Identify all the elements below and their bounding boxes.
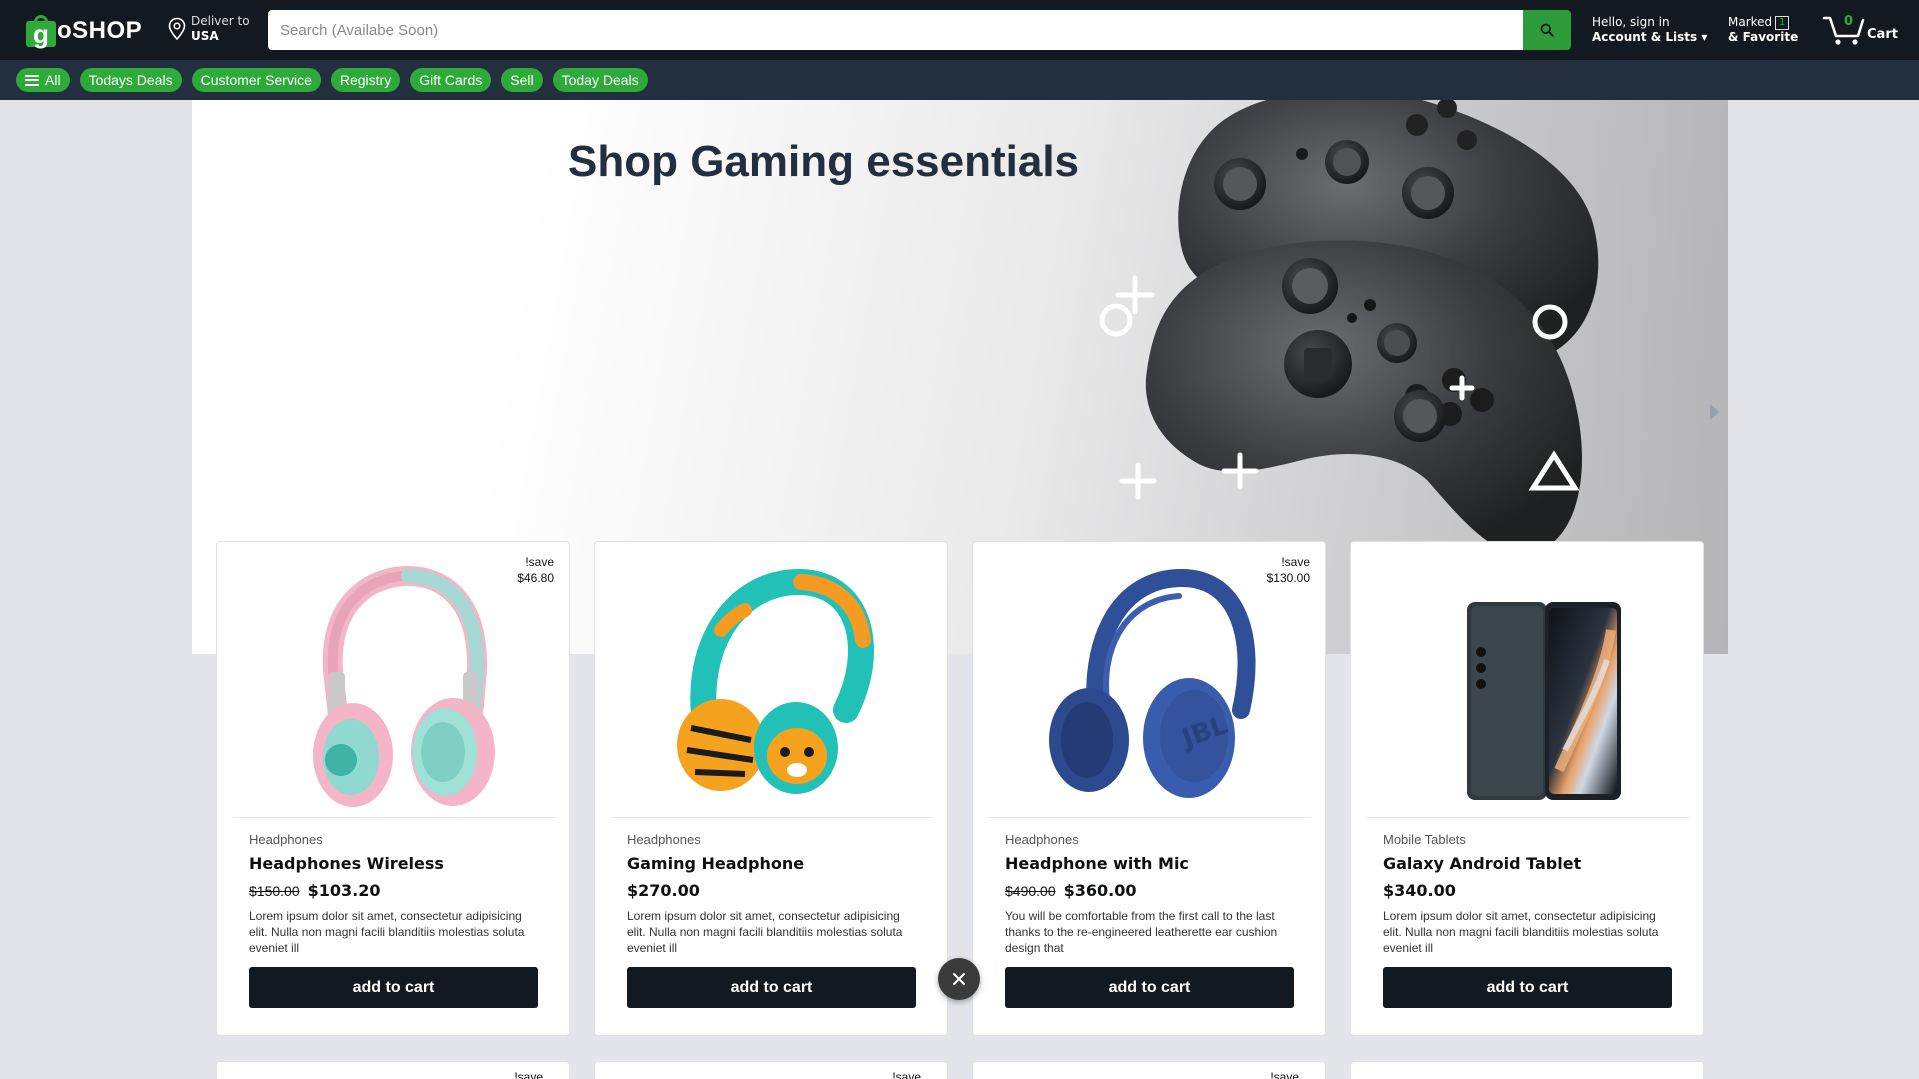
top-header: g oSHOP Deliver to USA Hello, sign in Ac…: [0, 0, 1919, 60]
category-nav: All Todays Deals Customer Service Regist…: [0, 60, 1919, 100]
marked-count: 1: [1775, 15, 1790, 30]
product-name[interactable]: Headphones Wireless: [249, 854, 541, 873]
carousel-next-icon[interactable]: [1706, 402, 1722, 422]
shopping-bag-icon: g: [26, 15, 56, 49]
product-description: You will be comfortable from the first c…: [1005, 909, 1278, 955]
save-badge: !save: [1270, 1070, 1299, 1079]
marked-label: Marked: [1728, 15, 1773, 29]
location-pin-icon: [168, 17, 186, 41]
deliver-label: Deliver to: [191, 14, 250, 28]
product-name[interactable]: Gaming Headphone: [627, 854, 919, 873]
product-card[interactable]: Headphones Gaming Headphone $270.00 Lore…: [594, 541, 948, 1036]
nav-item-customer-service[interactable]: Customer Service: [191, 68, 321, 92]
logo[interactable]: g oSHOP: [26, 14, 143, 49]
product-card[interactable]: [1350, 1061, 1704, 1079]
product-name[interactable]: Galaxy Android Tablet: [1383, 854, 1675, 873]
close-icon: [953, 973, 965, 985]
product-price: $270.00: [627, 881, 700, 900]
product-old-price: $150.00: [249, 883, 300, 899]
search-button[interactable]: [1523, 10, 1571, 50]
nav-item-gift-cards[interactable]: Gift Cards: [410, 68, 492, 92]
logo-text: oSHOP: [57, 17, 143, 44]
add-to-cart-button[interactable]: add to cart: [249, 967, 538, 1008]
product-image[interactable]: JBL: [989, 560, 1311, 818]
search-icon: [1540, 23, 1554, 37]
kids-headphones-image: [677, 569, 874, 794]
account-lists-label: Account & Lists ▾: [1592, 30, 1708, 44]
product-card[interactable]: !save $130.00 JBL Headphones Headphone w…: [972, 541, 1326, 1036]
pink-headphones-image: [313, 565, 495, 807]
search-input[interactable]: [268, 10, 1523, 50]
product-card[interactable]: !save: [216, 1061, 570, 1079]
hamburger-menu-icon: [25, 74, 39, 86]
add-to-cart-button[interactable]: add to cart: [1383, 967, 1672, 1008]
product-description: Lorem ipsum dolor sit amet, consectetur …: [249, 909, 525, 955]
search-bar: [268, 10, 1571, 50]
nav-item-today-deals[interactable]: Today Deals: [552, 68, 648, 92]
product-category: Headphones: [249, 832, 323, 847]
nav-all-label: All: [45, 72, 61, 88]
account-lists[interactable]: Hello, sign in Account & Lists ▾: [1592, 15, 1707, 45]
product-category: Mobile Tablets: [1383, 832, 1466, 847]
favorite-label: & Favorite: [1728, 30, 1799, 44]
deliver-country: USA: [191, 29, 219, 43]
deliver-to[interactable]: Deliver to USA: [168, 14, 250, 44]
cart-button[interactable]: 0 Cart: [1822, 12, 1898, 46]
account-greeting: Hello, sign in: [1592, 15, 1670, 29]
product-price: $103.20: [307, 881, 381, 900]
product-price: $360.00: [1063, 881, 1137, 900]
product-card[interactable]: !save: [594, 1061, 948, 1079]
product-description: Lorem ipsum dolor sit amet, consectetur …: [1383, 909, 1659, 955]
hero-title: Shop Gaming essentials: [568, 137, 1080, 186]
product-card[interactable]: Mobile Tablets Galaxy Android Tablet $34…: [1350, 541, 1704, 1036]
cart-count: 0: [1844, 14, 1854, 29]
product-price: $340.00: [1383, 881, 1456, 900]
product-description: Lorem ipsum dolor sit amet, consectetur …: [627, 909, 903, 955]
add-to-cart-button[interactable]: add to cart: [1005, 967, 1294, 1008]
product-image[interactable]: [233, 560, 555, 818]
product-card[interactable]: !save: [972, 1061, 1326, 1079]
product-name[interactable]: Headphone with Mic: [1005, 854, 1297, 873]
product-card[interactable]: !save $46.80 Headphones Headphones Wirel…: [216, 541, 570, 1036]
marked-favorite[interactable]: Marked 1 & Favorite: [1728, 15, 1798, 45]
product-category: Headphones: [1005, 832, 1079, 847]
save-badge: !save: [892, 1070, 921, 1079]
galaxy-fold-image: [1467, 602, 1621, 800]
cart-icon: 0: [1822, 12, 1866, 46]
product-image[interactable]: [611, 560, 933, 818]
blue-headphones-image: JBL: [1049, 568, 1256, 798]
logo-letter: g: [33, 19, 49, 49]
add-to-cart-button[interactable]: add to cart: [627, 967, 916, 1008]
save-badge: !save: [514, 1070, 543, 1079]
product-category: Headphones: [627, 832, 701, 847]
product-old-price: $490.00: [1005, 883, 1056, 899]
close-button[interactable]: [938, 958, 980, 1000]
product-image[interactable]: [1367, 560, 1689, 818]
nav-item-todays-deals[interactable]: Todays Deals: [79, 68, 182, 92]
nav-all-button[interactable]: All: [16, 68, 70, 92]
cart-label: Cart: [1867, 27, 1898, 42]
nav-item-sell[interactable]: Sell: [501, 68, 543, 92]
nav-item-registry[interactable]: Registry: [330, 68, 401, 92]
